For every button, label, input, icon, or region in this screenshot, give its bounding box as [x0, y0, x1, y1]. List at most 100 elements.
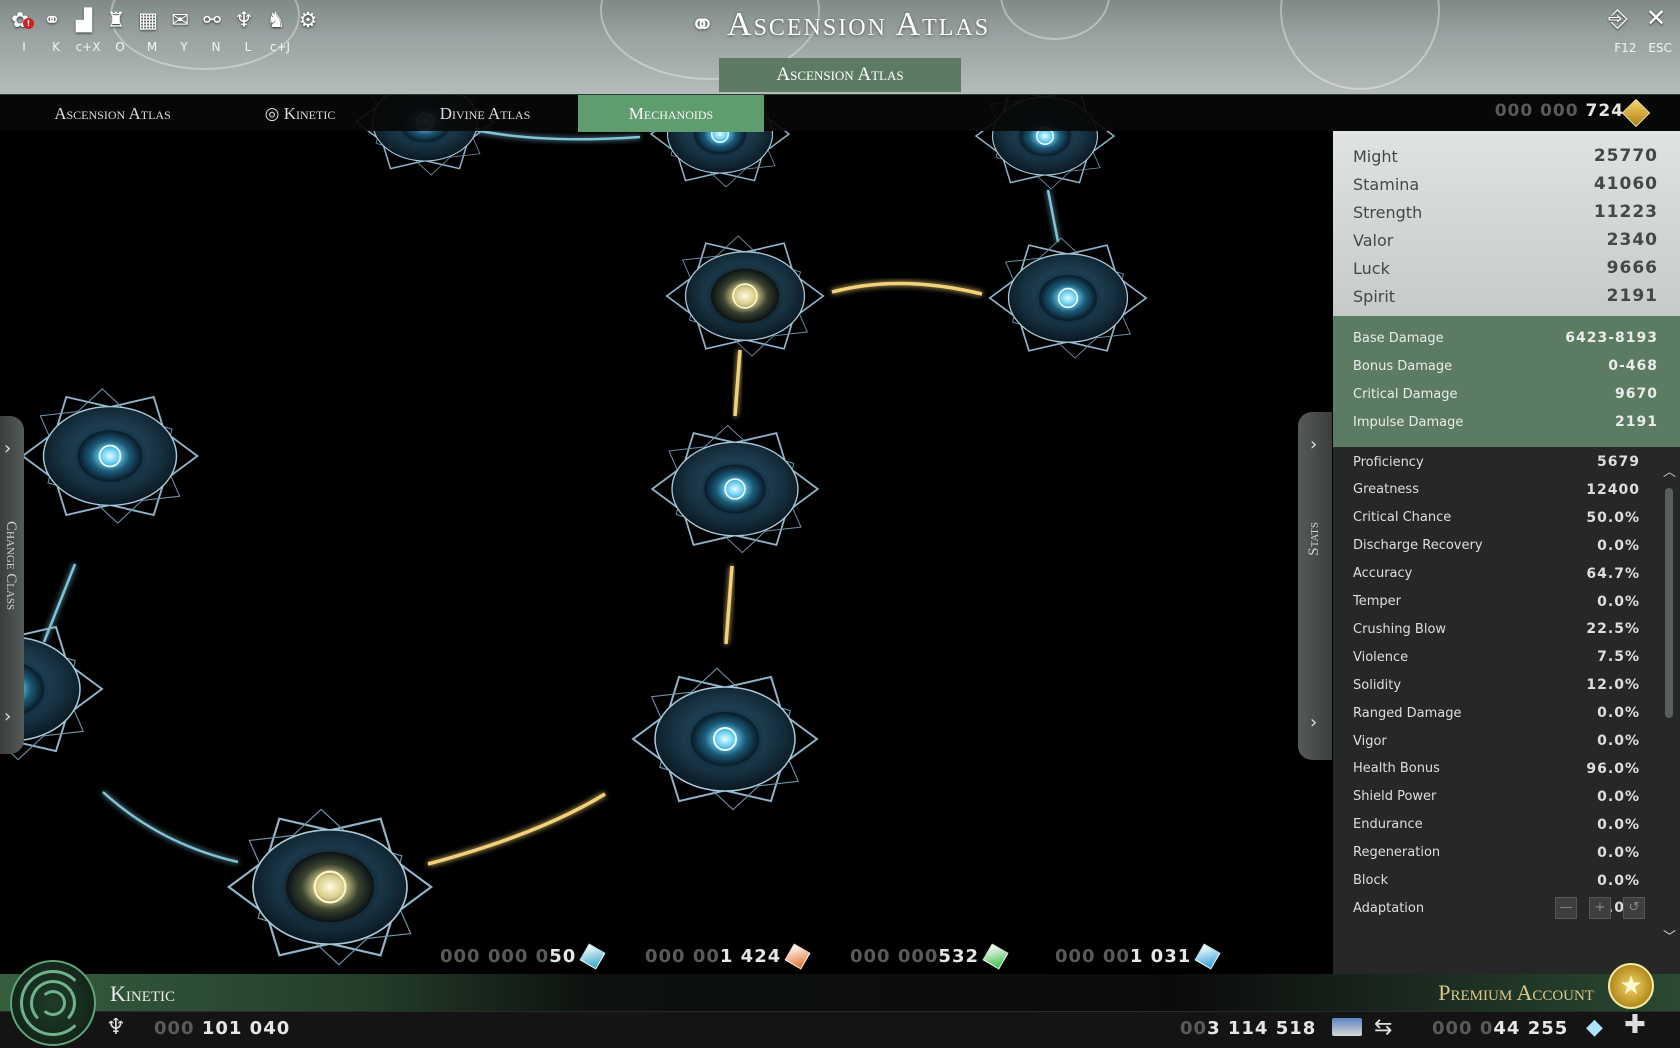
stat-label: Spirit	[1353, 286, 1396, 306]
stat-value: 12400	[1586, 481, 1640, 498]
window-controls: ⎆ ✕	[1604, 5, 1670, 33]
stat-row: Greatness 12400	[1353, 477, 1640, 503]
stat-value: 0.0%	[1597, 872, 1640, 889]
kinetic-swirl-icon: ◎	[264, 104, 284, 123]
class-emblem-icon[interactable]	[10, 960, 96, 1046]
resource-counter-value: 1 031	[1129, 946, 1192, 967]
exchange-arrows-icon[interactable]: ⇆	[1374, 1015, 1392, 1040]
atlas-paths	[42, 127, 1060, 866]
experience-counter: 000 101 040	[154, 1018, 290, 1039]
scroll-up-icon[interactable]: ︿	[1663, 461, 1676, 480]
resource-counter-padding: 000 000 0	[440, 946, 550, 967]
stat-label: Crushing Blow	[1353, 621, 1447, 637]
resource-gem-icon	[982, 943, 1009, 970]
chevron-right-icon: ›	[1310, 434, 1318, 455]
stat-label: Critical Chance	[1353, 510, 1452, 526]
stat-label: Regeneration	[1353, 845, 1441, 861]
resource-counter-value: 532	[938, 946, 979, 967]
stat-value: 64.7%	[1586, 565, 1640, 582]
atlas-node[interactable]	[623, 647, 827, 831]
atlas-node[interactable]	[643, 406, 826, 571]
secondary-stats-section: Proficiency 5679 Greatness 12400 Critical Ch…	[1333, 447, 1680, 974]
gold-cube-icon	[1621, 98, 1651, 128]
stat-value: 96.0%	[1586, 760, 1640, 777]
stat-label: Endurance	[1353, 817, 1423, 833]
stat-value: 2191	[1606, 286, 1658, 306]
stat-label: Base Damage	[1353, 330, 1444, 346]
diamond-icon: ◆	[1586, 1015, 1603, 1040]
reset-icon[interactable]: ↺	[1623, 897, 1645, 919]
tab-mechanoids[interactable]: Mechanoids	[578, 95, 764, 132]
class-bar	[0, 974, 1680, 1011]
stat-row: Crushing Blow 22.5%	[1353, 616, 1640, 642]
chevron-right-icon: ›	[1310, 712, 1318, 733]
stat-value: 22.5%	[1586, 621, 1640, 638]
stat-label: Might	[1353, 146, 1398, 166]
resource-counter-value: 50	[549, 946, 577, 967]
stat-row: Might 25770	[1353, 143, 1658, 169]
premium-account-link[interactable]: Premium Account	[1438, 980, 1594, 1006]
stat-label: Greatness	[1353, 482, 1419, 498]
resource-counter-value: 1 424	[719, 946, 782, 967]
stat-row: Critical Chance 50.0%	[1353, 505, 1640, 531]
stat-label: Luck	[1353, 258, 1390, 278]
stat-label: Discharge Recovery	[1353, 538, 1483, 554]
stat-label: Adaptation	[1353, 900, 1425, 916]
stat-row: Stamina 41060	[1353, 171, 1658, 197]
stat-row: Spirit 2191	[1353, 283, 1658, 309]
credits-counter-padding: 00	[1180, 1018, 1208, 1039]
gems-counter-padding: 000 0	[1432, 1018, 1494, 1039]
stat-row: Discharge Recovery 0.0%	[1353, 533, 1640, 559]
stat-value: 0-468	[1608, 358, 1658, 374]
unlocked-atlas-node[interactable]	[218, 786, 442, 974]
resource-gem-icon	[1194, 943, 1221, 970]
inactive-path	[102, 791, 239, 864]
stat-row: Valor 2340	[1353, 227, 1658, 253]
change-class-tab[interactable]: › Change Class ›	[0, 416, 24, 754]
stat-value: 0.0%	[1597, 788, 1640, 805]
stats-scrollbar[interactable]	[1665, 488, 1673, 718]
stat-value: 41060	[1593, 174, 1658, 194]
stat-row: Solidity 12.0%	[1353, 672, 1640, 698]
atlas-map-canvas	[0, 94, 1154, 974]
tab-ascension-atlas[interactable]: Ascension Atlas	[20, 95, 205, 132]
tab-divine-atlas[interactable]: Divine Atlas	[400, 95, 570, 132]
plus-icon[interactable]: +	[1589, 897, 1611, 919]
atlas-node[interactable]	[13, 369, 207, 543]
stat-row: Regeneration 0.0%	[1353, 840, 1640, 866]
add-currency-icon[interactable]: ✚	[1624, 1010, 1646, 1040]
stat-label: Accuracy	[1353, 566, 1413, 582]
gems-counter-value: 44 255	[1493, 1018, 1569, 1039]
stat-row: Luck 9666	[1353, 255, 1658, 281]
resource-counter: 000 00 1 031	[1055, 943, 1260, 970]
unlocked-atlas-node[interactable]	[658, 218, 831, 374]
atlas-nodes	[0, 94, 1154, 974]
resource-counter: 000 000 532	[850, 943, 1055, 970]
premium-star-icon[interactable]: ★	[1608, 963, 1654, 1009]
top-bar: ✿! ⚭ ▟ ♜ ▦ ✉ ⚯ ♆ ♞ ⚙ I K c+X O M Y N L c…	[0, 0, 1680, 94]
stat-row: Bonus Damage 0-468	[1353, 353, 1658, 379]
atlas-node[interactable]	[981, 220, 1154, 376]
stats-tab[interactable]: › Stats ›	[1298, 412, 1332, 760]
stat-row: Strength 11223	[1353, 199, 1658, 225]
minus-icon[interactable]: —	[1555, 897, 1577, 919]
title-tab[interactable]: Ascension Atlas	[719, 58, 961, 92]
stat-value: 0.0%	[1597, 816, 1640, 833]
stat-row: Violence 7.5%	[1353, 644, 1640, 670]
stat-value: 50.0%	[1586, 509, 1640, 526]
exit-door-icon[interactable]: ⎆	[1604, 5, 1632, 33]
credits-counter-value: 3 114 518	[1207, 1018, 1317, 1039]
close-icon[interactable]: ✕	[1642, 5, 1670, 33]
stat-label: Health Bonus	[1353, 761, 1440, 777]
close-key-label: ESC	[1648, 41, 1672, 55]
stat-row: Critical Damage 9670	[1353, 381, 1658, 407]
scroll-down-icon[interactable]: ﹀	[1663, 926, 1676, 945]
class-name: Kinetic	[110, 981, 176, 1006]
tab-kinetic[interactable]: ◎ Kinetic	[250, 95, 350, 132]
chevron-right-icon: ›	[4, 706, 12, 727]
window-control-keys: F12 ESC	[1614, 41, 1672, 55]
window-title-text: Ascension Atlas	[727, 6, 991, 43]
stat-row: Ranged Damage 0.0%	[1353, 700, 1640, 726]
stat-value: 11223	[1593, 202, 1658, 222]
stat-label: Valor	[1353, 230, 1394, 250]
